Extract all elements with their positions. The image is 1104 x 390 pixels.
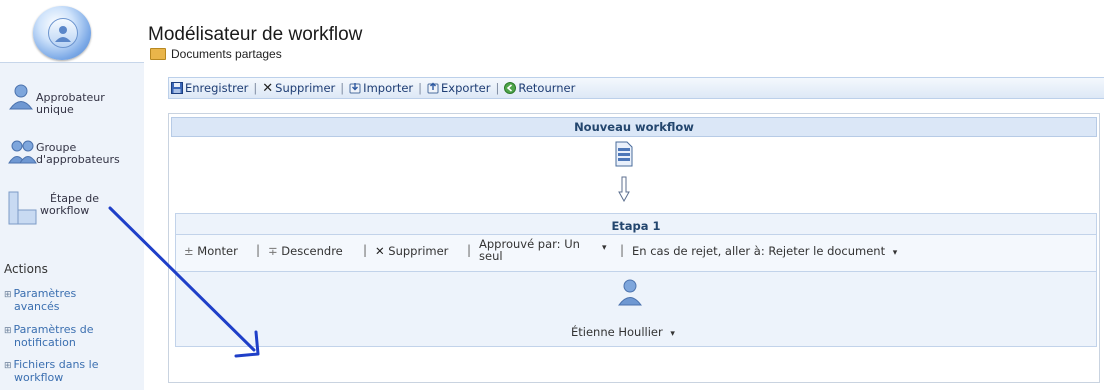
step-separator: | xyxy=(467,243,472,257)
step-separator: | xyxy=(620,243,625,257)
move-up-icon: ± xyxy=(184,244,194,258)
save-button[interactable]: Enregistrer xyxy=(169,81,250,95)
chevron-down-icon: ▾ xyxy=(670,329,675,339)
move-down-button[interactable]: ∓ Descendre xyxy=(268,244,343,258)
save-icon xyxy=(171,82,183,94)
move-down-icon: ∓ xyxy=(268,244,278,258)
step-separator: | xyxy=(363,243,368,257)
expand-icon: ⊞ xyxy=(4,326,12,336)
actions-heading: Actions xyxy=(4,262,48,276)
step-separator: | xyxy=(256,243,261,257)
workflow-step-icon xyxy=(8,191,37,225)
move-up-button[interactable]: ± Monter xyxy=(184,244,238,258)
export-icon xyxy=(427,82,439,94)
notification-settings-link[interactable]: ⊞ Paramètres de notification xyxy=(4,324,94,349)
palette-label: Approbateur unique xyxy=(36,91,105,116)
app-logo xyxy=(33,6,91,60)
header: Modélisateur de workflow Documents parta… xyxy=(0,0,1104,62)
workflow-step: Etapa 1 ± Monter | ∓ Descendre | ✕ Suppr… xyxy=(175,213,1097,347)
approver-icon xyxy=(618,279,642,306)
palette-approver-group[interactable]: Groupe d'approbateurs xyxy=(8,138,120,166)
export-button[interactable]: Exporter xyxy=(425,81,492,95)
step-title: Etapa 1 xyxy=(611,219,661,233)
toolbar-separator: | xyxy=(340,81,345,95)
single-user-icon xyxy=(9,84,33,110)
back-icon xyxy=(504,82,517,94)
sidebar: Approbateur unique Groupe d'approbateurs… xyxy=(0,62,144,390)
breadcrumb-label[interactable]: Documents partages xyxy=(171,47,282,61)
approver-name[interactable]: Étienne Houllier ▾ xyxy=(571,325,675,339)
toolbar-separator: | xyxy=(418,81,423,95)
reject-action-dropdown[interactable]: En cas de rejet, aller à: Rejeter le doc… xyxy=(632,244,897,258)
step-toolbar: ± Monter | ∓ Descendre | ✕ Supprimer | A… xyxy=(176,234,1096,272)
delete-icon: ✕ xyxy=(262,80,274,96)
workflow-files-link[interactable]: ⊞ Fichiers dans le workflow xyxy=(4,359,98,384)
advanced-settings-link[interactable]: ⊞ Paramètres avancés xyxy=(4,288,76,313)
group-users-icon xyxy=(8,140,37,164)
palette-single-approver[interactable]: Approbateur unique xyxy=(8,82,105,116)
flow-arrow-icon xyxy=(618,176,630,202)
back-button[interactable]: Retourner xyxy=(502,81,577,95)
folder-icon xyxy=(150,48,166,60)
toolbar-separator: | xyxy=(495,81,500,95)
document-icon xyxy=(615,141,633,167)
user-logo-icon xyxy=(48,18,78,48)
approved-by-dropdown-arrow[interactable]: ▾ xyxy=(602,243,607,253)
palette-label: Groupe d'approbateurs xyxy=(36,141,120,166)
breadcrumb[interactable]: Documents partages xyxy=(150,47,282,61)
palette-workflow-step[interactable]: Étape de workflow xyxy=(8,191,99,225)
palette-label: Étape de workflow xyxy=(40,192,100,217)
delete-icon: ✕ xyxy=(375,244,385,258)
import-icon xyxy=(349,83,361,94)
delete-button[interactable]: ✕ Supprimer xyxy=(260,81,337,96)
workflow-title: Nouveau workflow xyxy=(171,117,1097,137)
approved-by-dropdown[interactable]: Approuvé par: Un seul xyxy=(479,238,580,262)
page-title: Modélisateur de workflow xyxy=(148,24,363,45)
import-button[interactable]: Importer xyxy=(347,81,415,95)
delete-step-button[interactable]: ✕ Supprimer xyxy=(375,244,448,258)
chevron-down-icon: ▾ xyxy=(892,248,898,258)
toolbar-separator: | xyxy=(253,81,258,95)
workflow-canvas: Nouveau workflow Etapa 1 ± Monter | ∓ De… xyxy=(168,113,1100,383)
expand-icon: ⊞ xyxy=(4,361,12,371)
chevron-down-icon: ▾ xyxy=(602,243,607,253)
expand-icon: ⊞ xyxy=(4,290,12,300)
toolbar: Enregistrer | ✕ Supprimer | Importer | E… xyxy=(168,77,1104,99)
